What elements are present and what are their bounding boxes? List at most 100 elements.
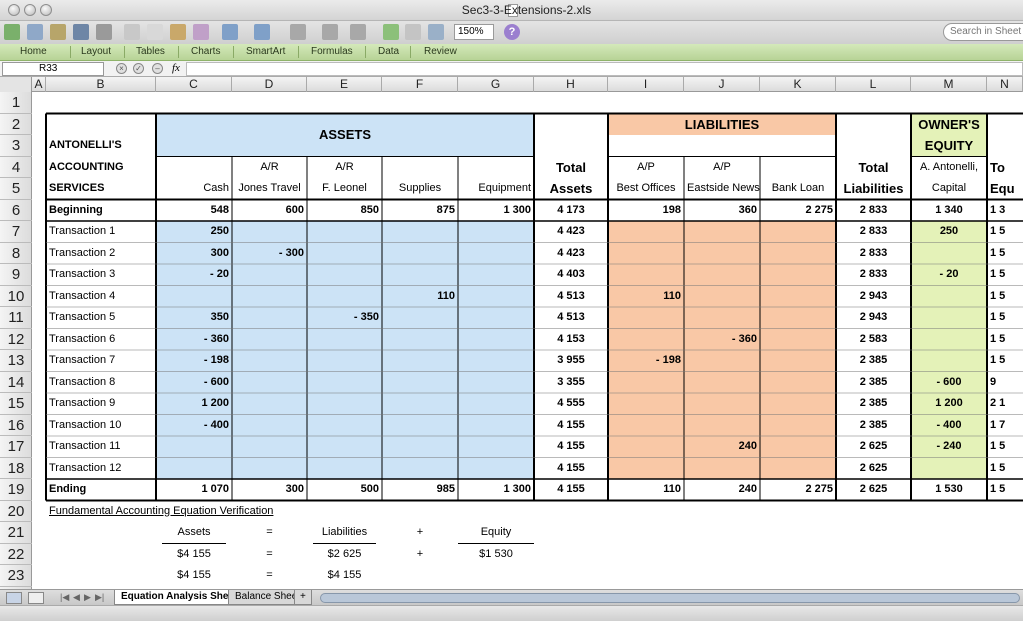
sheet-tab-equation-analysis[interactable]: Equation Analysis Sheet [114, 590, 245, 605]
table-cell-j [684, 415, 760, 437]
row-header-8[interactable]: 8 [0, 243, 32, 264]
row-header-2[interactable]: 2 [0, 114, 32, 135]
tab-smartart[interactable]: SmartArt [246, 46, 285, 57]
column-header-e[interactable]: E [307, 77, 382, 92]
tab-review[interactable]: Review [424, 46, 457, 57]
autosum-icon[interactable] [290, 24, 306, 40]
column-header-d[interactable]: D [232, 77, 307, 92]
table-cell-d [232, 372, 307, 394]
cut-icon[interactable] [124, 24, 140, 40]
table-cell-n: 1 5 [990, 461, 1006, 474]
row-header-17[interactable]: 17 [0, 436, 32, 458]
new-icon[interactable] [4, 24, 20, 40]
row-header-22[interactable]: 22 [0, 544, 32, 565]
column-header-l[interactable]: L [836, 77, 911, 92]
last-sheet-icon[interactable]: ▶| [95, 592, 104, 603]
spreadsheet-grid[interactable]: ABCDEFGHIJKLMN 1 2 3 4 5 6 7 8 9 10 11 12 13 14 15 16 17… [0, 77, 1023, 589]
column-header-h[interactable]: H [534, 77, 608, 92]
table-cell-m [911, 458, 987, 480]
column-header-m[interactable]: M [911, 77, 987, 92]
row-header-4[interactable]: 4 [0, 157, 32, 178]
add-sheet-button[interactable]: + [294, 590, 312, 605]
table-cell-d [232, 393, 307, 415]
paste-icon[interactable] [170, 24, 186, 40]
row-header-9[interactable]: 9 [0, 264, 32, 286]
help-icon[interactable]: ? [504, 24, 520, 40]
normal-view-icon[interactable] [6, 592, 22, 604]
open-icon[interactable] [50, 24, 66, 40]
table-cell-g [458, 221, 534, 243]
cancel-icon[interactable]: × [116, 63, 127, 74]
column-header-i[interactable]: I [608, 77, 684, 92]
formula-input[interactable] [186, 62, 1023, 76]
prev-sheet-icon[interactable]: ◀ [73, 592, 80, 603]
row-header-3[interactable]: 3 [0, 135, 32, 157]
row-header-15[interactable]: 15 [0, 393, 32, 415]
table-cell-i [608, 329, 684, 351]
tab-tables[interactable]: Tables [136, 46, 165, 57]
sort-icon[interactable] [322, 24, 338, 40]
tab-data[interactable]: Data [378, 46, 399, 57]
row-header-5[interactable]: 5 [0, 178, 32, 200]
column-header-j[interactable]: J [684, 77, 760, 92]
column-header-a[interactable]: A [32, 77, 46, 92]
table-cell-f [382, 415, 458, 437]
redo-icon[interactable] [254, 24, 270, 40]
format-painter-icon[interactable] [193, 24, 209, 40]
column-header-k[interactable]: K [760, 77, 836, 92]
search-input[interactable]: Search in Sheet [943, 23, 1023, 41]
row-header-10[interactable]: 10 [0, 286, 32, 307]
copy-icon[interactable] [147, 24, 163, 40]
row-header-6[interactable]: 6 [0, 200, 32, 221]
table-cell-g: 1 300 [503, 483, 531, 495]
tab-charts[interactable]: Charts [191, 46, 220, 57]
column-header-n[interactable]: N [987, 77, 1023, 92]
table-cell-d [232, 350, 307, 372]
row-header-1[interactable]: 1 [0, 92, 32, 114]
tab-formulas[interactable]: Formulas [311, 46, 353, 57]
gallery-icon[interactable] [405, 24, 421, 40]
row-header-20[interactable]: 20 [0, 501, 32, 522]
row-header-19[interactable]: 19 [0, 479, 32, 501]
table-cell-h: 4 403 [557, 268, 585, 280]
row-header-14[interactable]: 14 [0, 372, 32, 393]
table-cell-j: - 360 [731, 332, 757, 345]
name-box[interactable]: R33 [2, 62, 104, 76]
function-icon[interactable] [383, 24, 399, 40]
column-header-f[interactable]: F [382, 77, 458, 92]
next-sheet-icon[interactable]: ▶ [84, 592, 91, 603]
table-cell-n: 1 5 [990, 483, 1006, 495]
table-cell-j [684, 264, 760, 286]
undo-icon[interactable] [222, 24, 238, 40]
page-layout-view-icon[interactable] [28, 592, 44, 604]
zoom-select[interactable]: 150% [454, 24, 494, 40]
autocomplete-icon[interactable]: – [152, 63, 163, 74]
first-sheet-icon[interactable]: |◀ [60, 592, 69, 603]
row-header-11[interactable]: 11 [0, 307, 32, 329]
column-header-c[interactable]: C [156, 77, 232, 92]
horizontal-scrollbar[interactable] [320, 593, 1020, 603]
templates-icon[interactable] [27, 24, 43, 40]
row-header-12[interactable]: 12 [0, 329, 32, 350]
table-cell-l: 2 583 [859, 332, 888, 345]
save-icon[interactable] [73, 24, 89, 40]
tab-home[interactable]: Home [20, 46, 47, 57]
total-equity-header-line2: Equ [990, 181, 1015, 196]
row-header-23[interactable]: 23 [0, 565, 32, 587]
row-header-16[interactable]: 16 [0, 415, 32, 436]
select-all-corner[interactable] [0, 77, 32, 92]
insert-function-button[interactable]: fx [172, 62, 180, 74]
ribbon-divider [124, 46, 125, 58]
filter-icon[interactable] [350, 24, 366, 40]
row-header-18[interactable]: 18 [0, 458, 32, 479]
enter-icon[interactable]: ✓ [133, 63, 144, 74]
row-header-21[interactable]: 21 [0, 522, 32, 544]
tab-layout[interactable]: Layout [81, 46, 111, 57]
row-header-7[interactable]: 7 [0, 221, 32, 243]
column-header-b[interactable]: B [46, 77, 156, 92]
column-header-g[interactable]: G [458, 77, 534, 92]
print-icon[interactable] [96, 24, 112, 40]
row-header-13[interactable]: 13 [0, 350, 32, 372]
table-cell-g [458, 436, 534, 458]
toolbox-icon[interactable] [428, 24, 444, 40]
